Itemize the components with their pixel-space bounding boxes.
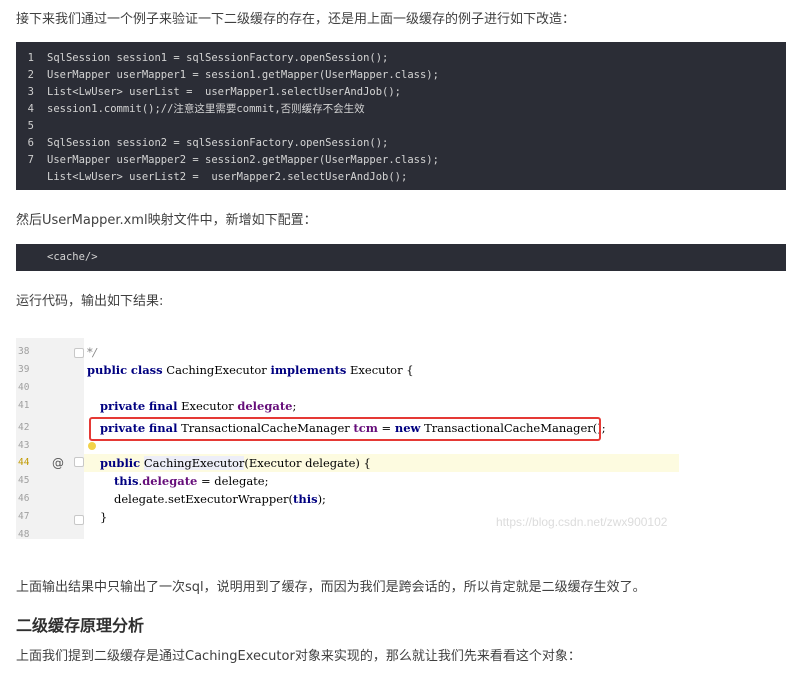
code-text: delegate.setExecutorWrapper(: [114, 492, 294, 506]
code-line-39: public class CachingExecutor implements …: [84, 361, 679, 379]
keyword: public: [87, 363, 128, 377]
code-text: List<LwUser> userList2 = userMapper2.sel…: [47, 171, 408, 183]
keyword: final: [148, 399, 178, 413]
keyword: this: [114, 474, 139, 488]
code-text: );: [317, 492, 326, 506]
highlight-box: [89, 417, 601, 441]
ide-line-number: 39: [18, 364, 30, 375]
keyword: this: [293, 492, 318, 506]
keyword: class: [130, 363, 163, 377]
ide-line-number: 43: [18, 440, 30, 451]
code-text: <cache/>: [47, 251, 98, 263]
config-paragraph: 然后UserMapper.xml映射文件中，新增如下配置：: [16, 213, 317, 228]
line-number: 7: [27, 154, 34, 166]
line-number: 4: [27, 103, 34, 115]
code-line: 4 session1.commit();//注意这里需要commit,否则缓存不会…: [16, 101, 786, 118]
line-number: 1: [27, 52, 34, 64]
fold-icon: [74, 457, 84, 467]
ide-line-number: 40: [18, 382, 30, 393]
ide-line-number: 42: [18, 422, 30, 433]
fold-icon: [74, 348, 84, 358]
field-name: delegate: [142, 474, 198, 488]
ide-line-number: 48: [18, 529, 30, 539]
watermark: https://blog.csdn.net/zwx900102: [496, 515, 668, 529]
code-text: (Executor delegate) {: [244, 456, 371, 470]
code-text: session1.commit();//注意这里需要commit,否则缓存不会生…: [47, 103, 365, 115]
code-line-38: */: [84, 343, 679, 361]
section-heading: 二级缓存原理分析: [16, 616, 145, 635]
code-text: UserMapper userMapper1 = session1.getMap…: [47, 69, 439, 81]
ide-screenshot: 38 39 40 41 42 43 44 45 46 47 48 @ */ public class…: [16, 338, 679, 539]
code-line: 7 UserMapper userMapper2 = session2.getMa…: [16, 152, 786, 169]
code-text: List<LwUser> userList = userMapper1.sele…: [47, 86, 402, 98]
code-line: 2 UserMapper userMapper1 = session1.getMa…: [16, 67, 786, 84]
keyword: public: [100, 456, 141, 470]
code-text: SqlSession session2 = sqlSessionFactory.…: [47, 137, 389, 149]
intro-paragraph: 接下来我们通过一个例子来验证一下二级缓存的存在，还是用上面一级缓存的例子进行如下…: [16, 12, 576, 27]
ide-line-number: 47: [18, 511, 30, 522]
comment-end: */: [87, 345, 97, 359]
article: 接下来我们通过一个例子来验证一下二级缓存的存在，还是用上面一级缓存的例子进行如下…: [0, 0, 793, 695]
code-line-41: private final Executor delegate;: [84, 397, 679, 415]
code-text: SqlSession session1 = sqlSessionFactory.…: [47, 52, 389, 64]
keyword: implements: [270, 363, 347, 377]
line-number: 2: [27, 69, 34, 81]
code-text: = delegate;: [197, 474, 269, 488]
keyword: private: [100, 399, 146, 413]
line-number: [16, 169, 47, 186]
ide-line-number: 41: [18, 400, 30, 411]
ide-line-number: 45: [18, 475, 30, 486]
line-number: [16, 249, 47, 266]
type-name: Executor: [177, 399, 238, 413]
code-line: List<LwUser> userList2 = userMapper2.sel…: [16, 169, 786, 186]
line-number: 5: [27, 120, 34, 132]
result-paragraph: 上面输出结果中只输出了一次sql，说明用到了缓存，而因为我们是跨会话的，所以肯定…: [16, 580, 646, 595]
code-block-java: 1 SqlSession session1 = sqlSessionFactory…: [16, 42, 786, 190]
field-name: delegate: [237, 399, 293, 413]
code-line: 5: [16, 118, 786, 135]
code-line: 3 List<LwUser> userList = userMapper1.sel…: [16, 84, 786, 101]
line-number: 3: [27, 86, 34, 98]
closing-paragraph: 上面我们提到二级缓存是通过CachingExecutor对象来实现的，那么就让我…: [16, 649, 581, 664]
fold-icon: [74, 515, 84, 525]
class-name: CachingExecutor: [162, 363, 271, 377]
run-paragraph: 运行代码，输出如下结果:: [16, 294, 164, 309]
code-text: Executor {: [346, 363, 414, 377]
lightbulb-icon: [88, 442, 96, 450]
override-marker-icon: @: [52, 456, 64, 470]
line-number: 6: [27, 137, 34, 149]
code-text: UserMapper userMapper2 = session2.getMap…: [47, 154, 439, 166]
code-text: ;: [292, 399, 297, 413]
code-block-xml: <cache/>: [16, 244, 786, 271]
code-line: <cache/>: [16, 249, 786, 266]
code-line-45: this.delegate = delegate;: [84, 472, 679, 490]
ide-line-number: 44: [18, 457, 30, 468]
code-line: 6 SqlSession session2 = sqlSessionFactory…: [16, 135, 786, 152]
method-name: CachingExecutor: [143, 456, 245, 470]
code-line-44: public CachingExecutor(Executor delegate…: [84, 454, 679, 472]
code-line: 1 SqlSession session1 = sqlSessionFactory…: [16, 50, 786, 67]
code-lines: 1 SqlSession session1 = sqlSessionFactory…: [16, 50, 786, 186]
code-text: }: [100, 510, 108, 524]
code-line-46: delegate.setExecutorWrapper(this);: [84, 490, 679, 508]
ide-line-number: 46: [18, 493, 30, 504]
ide-line-number: 38: [18, 346, 30, 357]
